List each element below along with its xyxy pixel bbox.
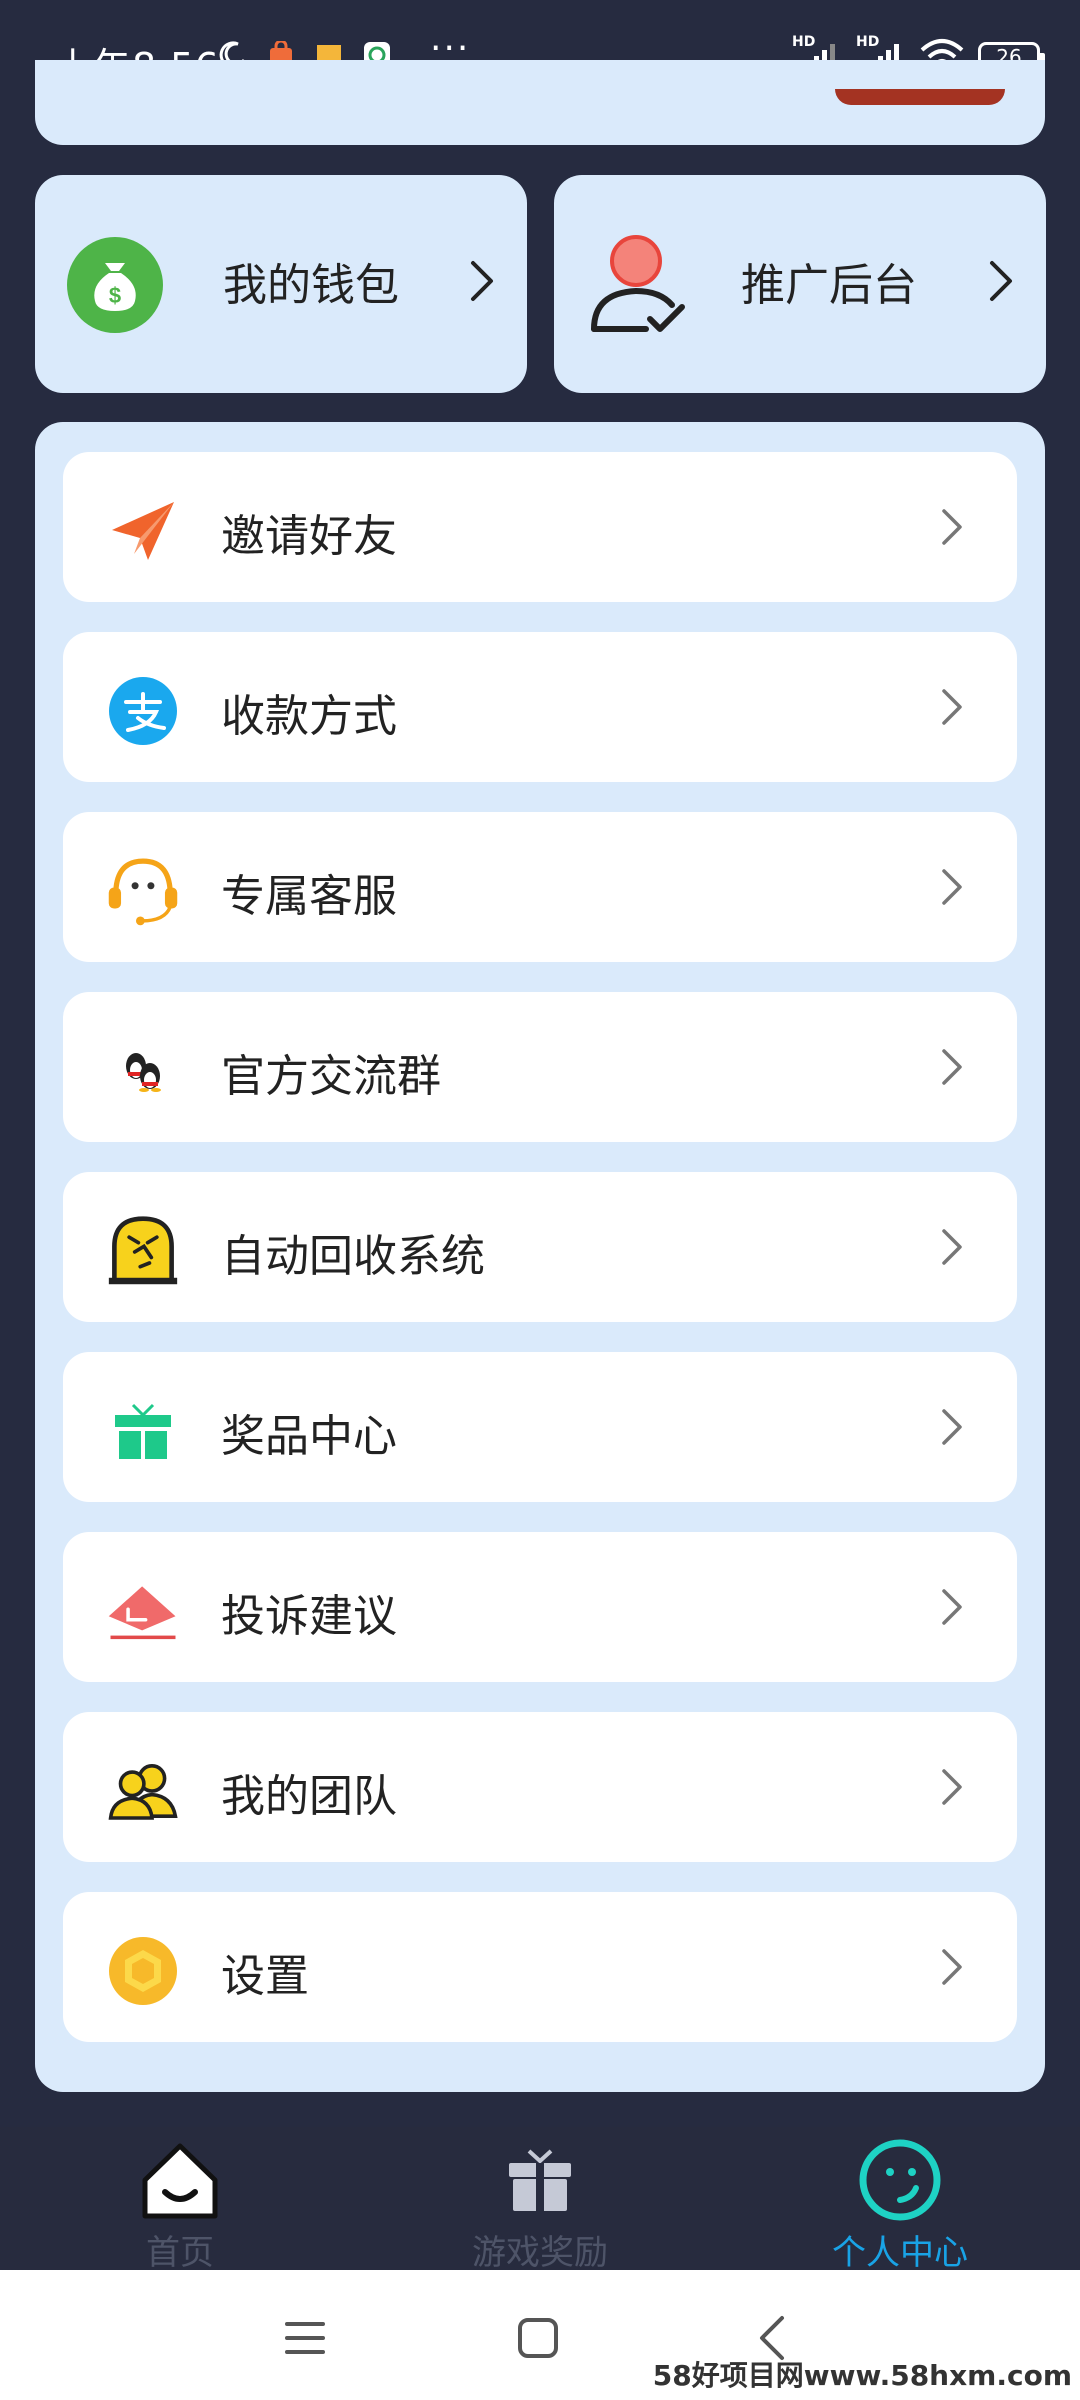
alipay-icon — [107, 675, 179, 747]
qq-penguin-icon — [107, 1035, 179, 1107]
menu-item-my-team[interactable]: 我的团队 — [63, 1712, 1017, 1862]
menu-label: 官方交流群 — [221, 1051, 441, 1102]
menu-label: 收款方式 — [221, 691, 397, 742]
profile-card-partial — [35, 60, 1045, 145]
gift-box-icon — [495, 2135, 585, 2225]
chevron-right-icon — [942, 509, 962, 545]
chevron-right-icon — [942, 869, 962, 905]
system-navigation-bar: 58好项目网www.58hxm.com — [0, 2270, 1080, 2400]
menu-icon[interactable] — [275, 2308, 335, 2368]
home-square-icon[interactable] — [508, 2308, 568, 2368]
menu-label: 专属客服 — [221, 871, 397, 922]
bottom-navigation: 首页 游戏奖励 个人中心 — [0, 2127, 1080, 2273]
menu-label: 邀请好友 — [221, 511, 397, 562]
nav-label: 首页 — [146, 2233, 214, 2273]
complaint-icon — [107, 1575, 179, 1647]
wallet-label: 我的钱包 — [223, 260, 399, 311]
wallet-card[interactable]: $ 我的钱包 — [35, 175, 527, 393]
promotion-card[interactable]: 推广后台 — [554, 175, 1046, 393]
chevron-right-icon — [942, 1589, 962, 1625]
chevron-right-icon — [942, 1229, 962, 1265]
nav-tab-personal-center[interactable]: 个人中心 — [720, 2127, 1080, 2273]
chevron-right-icon — [471, 261, 493, 301]
user-check-icon — [591, 235, 685, 332]
chevron-right-icon — [942, 1769, 962, 1805]
banner-image — [835, 89, 1005, 105]
chevron-right-icon — [942, 1409, 962, 1445]
menu-label: 投诉建议 — [221, 1591, 397, 1642]
menu-label: 我的团队 — [221, 1771, 397, 1822]
menu-panel: 邀请好友 收款方式 专属客服 官方交流群 自动回收系统 奖品中心 投诉建议 我的… — [35, 422, 1045, 2092]
smile-icon — [855, 2135, 945, 2225]
menu-label: 自动回收系统 — [221, 1231, 485, 1282]
nav-label: 游戏奖励 — [472, 2233, 608, 2273]
nav-label: 个人中心 — [832, 2233, 968, 2273]
menu-item-invite-friends[interactable]: 邀请好友 — [63, 452, 1017, 602]
menu-item-payment-method[interactable]: 收款方式 — [63, 632, 1017, 782]
headset-icon — [107, 855, 179, 927]
recycle-system-icon — [107, 1215, 179, 1287]
chevron-right-icon — [942, 1949, 962, 1985]
chevron-right-icon — [942, 689, 962, 725]
promotion-label: 推广后台 — [741, 260, 917, 311]
team-icon — [107, 1755, 179, 1827]
menu-item-official-group[interactable]: 官方交流群 — [63, 992, 1017, 1142]
home-icon — [135, 2135, 225, 2225]
watermark: 58好项目网www.58hxm.com — [652, 2359, 1072, 2392]
money-bag-icon: $ — [67, 237, 163, 333]
settings-hexagon-icon — [107, 1935, 179, 2007]
menu-item-prize-center[interactable]: 奖品中心 — [63, 1352, 1017, 1502]
menu-label: 设置 — [221, 1951, 309, 2002]
nav-tab-home[interactable]: 首页 — [0, 2127, 360, 2273]
chevron-right-icon — [942, 1049, 962, 1085]
nav-tab-game-rewards[interactable]: 游戏奖励 — [360, 2127, 720, 2273]
chevron-right-icon — [990, 261, 1012, 301]
svg-text:$: $ — [109, 283, 121, 308]
gift-icon — [107, 1395, 179, 1467]
paper-plane-icon — [107, 495, 179, 567]
menu-label: 奖品中心 — [221, 1411, 397, 1462]
menu-item-complaints[interactable]: 投诉建议 — [63, 1532, 1017, 1682]
menu-item-customer-service[interactable]: 专属客服 — [63, 812, 1017, 962]
menu-item-auto-recycle[interactable]: 自动回收系统 — [63, 1172, 1017, 1322]
menu-item-settings[interactable]: 设置 — [63, 1892, 1017, 2042]
